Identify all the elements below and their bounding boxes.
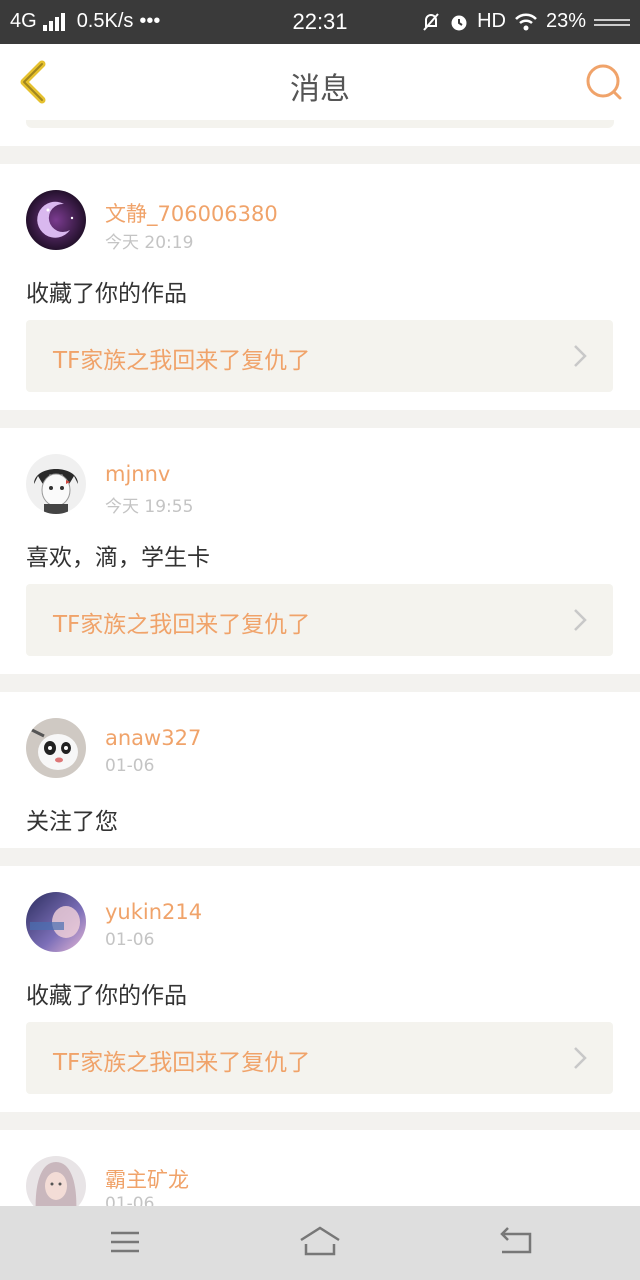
message-list[interactable]: 文静_706006380 今天 20:19 收藏了你的作品 TF家族之我回来了复… <box>0 120 640 1206</box>
avatar[interactable] <box>26 1156 86 1206</box>
message-card: 霸主矿龙 01-06 <box>0 1130 640 1206</box>
home-icon[interactable] <box>298 1224 342 1260</box>
action-text: 关注了您 <box>26 809 118 835</box>
previous-work-link[interactable] <box>26 120 614 128</box>
message-time: 今天 20:19 <box>105 233 194 253</box>
search-icon[interactable] <box>582 60 626 104</box>
battery-percent: 23% <box>545 10 586 32</box>
message-card: mjnnv 今天 19:55 喜欢，滴，学生卡 TF家族之我回来了复仇了 <box>0 428 640 674</box>
message-card: 文静_706006380 今天 20:19 收藏了你的作品 TF家族之我回来了复… <box>0 164 640 410</box>
wifi-icon <box>515 13 537 30</box>
message-time: 01-06 <box>105 1194 155 1206</box>
app-header: 消息 <box>0 44 640 121</box>
avatar[interactable] <box>26 718 86 778</box>
work-title: TF家族之我回来了复仇了 <box>53 612 311 638</box>
username[interactable]: anaw327 <box>105 726 201 750</box>
page-title: 消息 <box>290 72 350 107</box>
message-time: 01-06 <box>105 930 155 950</box>
action-text: 喜欢，滴，学生卡 <box>26 545 210 571</box>
work-title: TF家族之我回来了复仇了 <box>53 348 311 374</box>
status-bar: 4G 0.5K/s ••• 22:31 HD 23% <box>0 0 640 44</box>
alarm-icon <box>451 15 467 30</box>
username[interactable]: yukin214 <box>105 900 202 924</box>
avatar[interactable] <box>26 190 86 250</box>
message-card: anaw327 01-06 关注了您 <box>0 692 640 848</box>
action-text: 收藏了你的作品 <box>26 281 187 307</box>
previous-card <box>0 120 640 146</box>
username[interactable]: mjnnv <box>105 462 170 486</box>
avatar[interactable] <box>26 892 86 952</box>
work-link[interactable]: TF家族之我回来了复仇了 <box>26 320 613 392</box>
chevron-right-icon <box>574 1047 587 1069</box>
mute-bell-icon <box>423 12 439 31</box>
message-time: 01-06 <box>105 756 155 776</box>
message-card: yukin214 01-06 收藏了你的作品 TF家族之我回来了复仇了 <box>0 866 640 1112</box>
menu-icon[interactable] <box>105 1224 145 1260</box>
username[interactable]: 文静_706006380 <box>105 198 278 228</box>
chevron-right-icon <box>574 345 587 367</box>
back-nav-icon[interactable] <box>496 1224 536 1260</box>
chevron-right-icon <box>574 609 587 631</box>
work-link[interactable]: TF家族之我回来了复仇了 <box>26 1022 613 1094</box>
action-text: 收藏了你的作品 <box>26 983 187 1009</box>
work-title: TF家族之我回来了复仇了 <box>53 1050 311 1076</box>
battery-icon <box>594 17 630 27</box>
message-time: 今天 19:55 <box>105 497 194 517</box>
avatar[interactable] <box>26 454 86 514</box>
work-link[interactable]: TF家族之我回来了复仇了 <box>26 584 613 656</box>
username[interactable]: 霸主矿龙 <box>105 1164 189 1194</box>
hd-indicator: HD <box>477 10 506 32</box>
system-nav-bar <box>0 1206 640 1280</box>
